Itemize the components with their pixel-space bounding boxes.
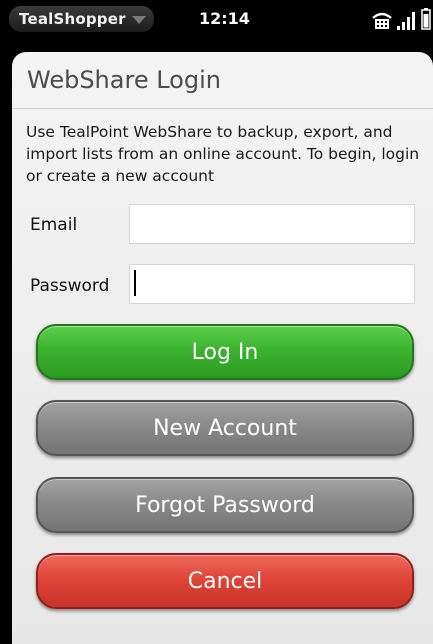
email-label: Email <box>30 215 78 235</box>
status-bar: TealShopper 12:14 <box>0 0 433 38</box>
signal-bars-icon <box>397 12 415 30</box>
email-field[interactable] <box>129 204 415 244</box>
app-menu[interactable]: TealShopper <box>9 6 154 32</box>
login-button[interactable]: Log In <box>36 324 414 380</box>
cancel-button[interactable]: Cancel <box>36 553 414 609</box>
login-dialog: WebShare Login Use TealPoint WebShare to… <box>12 52 433 644</box>
new-account-button[interactable]: New Account <box>36 400 414 456</box>
chevron-down-icon <box>131 16 146 24</box>
status-icons <box>371 8 431 30</box>
password-label: Password <box>30 276 110 296</box>
app-menu-label: TealShopper <box>19 10 126 28</box>
network-icon <box>372 12 392 29</box>
clock: 12:14 <box>199 9 250 28</box>
text-cursor <box>134 270 136 296</box>
forgot-password-button[interactable]: Forgot Password <box>36 477 414 533</box>
dialog-title: WebShare Login <box>27 66 221 94</box>
password-field[interactable] <box>129 264 415 304</box>
dialog-description: Use TealPoint WebShare to backup, export… <box>26 123 420 185</box>
battery-icon <box>421 8 431 30</box>
title-divider <box>12 108 433 109</box>
